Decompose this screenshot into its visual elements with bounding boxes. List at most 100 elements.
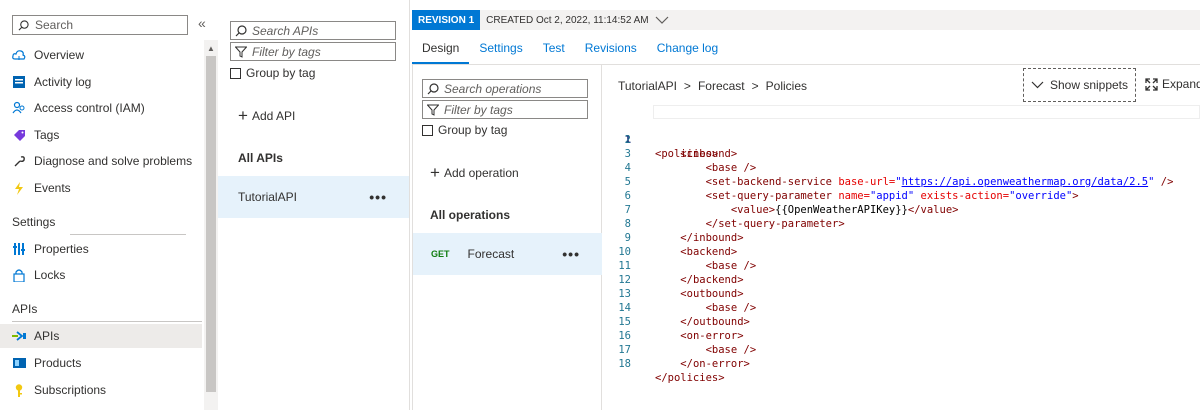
lock-icon <box>12 268 26 282</box>
section-divider <box>70 234 186 235</box>
line-number: 18 <box>618 358 631 370</box>
menu-item-label: APIs <box>34 329 60 343</box>
breadcrumb-separator: > <box>683 79 691 93</box>
plus-icon: + <box>430 163 440 182</box>
code-token: </on-error> <box>680 358 750 370</box>
activity-log-icon <box>12 75 26 89</box>
operation-name: Forecast <box>467 247 515 261</box>
breadcrumb: TutorialAPI > Forecast > Policies <box>618 79 807 93</box>
add-api-label: Add API <box>251 109 296 123</box>
current-line-highlight <box>653 105 1200 119</box>
menu-item-label: Diagnose and solve problems <box>34 154 193 168</box>
revision-created-text: CREATED Oct 2, 2022, 11:14:52 AM <box>486 14 649 26</box>
plus-icon: + <box>238 106 248 125</box>
menu-scrollbar[interactable]: ▲ <box>204 40 218 410</box>
menu-item-products[interactable]: Products <box>0 351 202 375</box>
add-api-button[interactable]: + Add API <box>238 106 296 125</box>
menu-item-access-control[interactable]: Access control (IAM) <box>0 96 202 120</box>
group-by-tag-checkbox[interactable]: Group by tag <box>422 123 507 137</box>
code-line: 10 <base /> <box>603 231 1200 272</box>
menu-item-properties[interactable]: Properties <box>0 237 202 261</box>
chevron-down-icon[interactable] <box>655 16 669 24</box>
revision-bar[interactable]: REVISION 1 CREATED Oct 2, 2022, 11:14:52… <box>412 10 1200 30</box>
group-by-tag-checkbox[interactable]: Group by tag <box>230 66 315 80</box>
api-icon <box>12 329 26 343</box>
scrollbar-thumb[interactable] <box>206 56 216 392</box>
operation-list-item[interactable]: GET Forecast ••• <box>413 233 602 275</box>
code-line: 1 <policies> <box>603 105 1200 160</box>
search-apis-placeholder: Search APIs <box>252 23 319 38</box>
menu-item-label: Subscriptions <box>34 383 107 397</box>
menu-item-subscriptions[interactable]: Subscriptions <box>0 378 202 402</box>
search-icon <box>427 82 439 94</box>
code-line: 4 <set-backend-service base-url="https:/… <box>603 147 1200 188</box>
checkbox-label: Group by tag <box>246 66 316 80</box>
menu-item-label: Products <box>34 356 82 370</box>
code-line: 16 <base /> <box>603 315 1200 356</box>
code-line: 12 <outbound> <box>603 259 1200 300</box>
api-list-item[interactable]: TutorialAPI ••• <box>218 176 409 218</box>
section-title-apis: APIs <box>12 302 38 316</box>
menu-item-label: Events <box>34 181 71 195</box>
code-line: 13 <base /> <box>603 273 1200 314</box>
revision-created[interactable]: CREATED Oct 2, 2022, 11:14:52 AM <box>486 15 669 26</box>
detail-tabs: Design Settings Test Revisions Change lo… <box>412 36 728 64</box>
search-operations-placeholder: Search operations <box>444 81 542 96</box>
breadcrumb-separator: > <box>751 79 759 93</box>
menu-item-label: Properties <box>34 242 89 256</box>
all-operations-heading: All operations <box>430 208 511 222</box>
more-options-icon[interactable]: ••• <box>562 246 580 262</box>
menu-item-locks[interactable]: Locks <box>0 263 202 287</box>
breadcrumb-api[interactable]: TutorialAPI <box>618 79 677 93</box>
more-options-icon[interactable]: ••• <box>369 189 387 205</box>
menu-search-placeholder: Search <box>35 18 74 32</box>
menu-search-input[interactable]: Search <box>12 15 188 35</box>
menu-item-activity-log[interactable]: Activity log <box>0 70 202 94</box>
tab-revisions[interactable]: Revisions <box>575 36 647 64</box>
section-title-settings: Settings <box>12 215 56 229</box>
menu-item-overview[interactable]: Overview <box>0 43 202 67</box>
add-operation-label: Add operation <box>443 166 519 180</box>
filter-operations-placeholder: Filter by tags <box>444 102 513 117</box>
breadcrumb-operation[interactable]: Forecast <box>698 79 745 93</box>
http-method-badge: GET <box>431 249 450 259</box>
key-icon <box>12 383 26 397</box>
tab-change-log[interactable]: Change log <box>647 36 728 64</box>
resource-menu: Search « Overview Activity log Access co… <box>0 0 218 410</box>
checkbox-box[interactable] <box>230 67 241 79</box>
wrench-icon <box>12 154 26 168</box>
menu-item-diagnose[interactable]: Diagnose and solve problems <box>0 149 202 173</box>
people-icon <box>12 101 26 115</box>
revision-badge: REVISION 1 <box>412 10 481 30</box>
filter-tags-input[interactable]: Filter by tags <box>230 42 396 61</box>
add-operation-button[interactable]: + Add operation <box>430 163 519 182</box>
api-list-panel: Search APIs Filter by tags Group by tag … <box>218 0 410 410</box>
menu-item-label: Activity log <box>34 75 92 89</box>
menu-item-events[interactable]: Events <box>0 176 202 200</box>
scroll-up-icon[interactable]: ▲ <box>207 44 215 53</box>
code-line: 11 </backend> <box>603 245 1200 286</box>
menu-item-apis[interactable]: APIs <box>0 324 202 348</box>
filter-icon <box>235 46 247 58</box>
search-icon <box>235 24 247 36</box>
tab-test[interactable]: Test <box>533 36 575 64</box>
expand-button[interactable]: Expand <box>1145 77 1200 91</box>
chevron-down-icon <box>1031 81 1044 89</box>
filter-operations-tags-input[interactable]: Filter by tags <box>422 100 588 119</box>
tab-design[interactable]: Design <box>412 36 470 64</box>
collapse-menu-button[interactable]: « <box>198 15 206 31</box>
breadcrumb-policies: Policies <box>765 79 807 93</box>
lightning-icon <box>12 181 26 195</box>
menu-item-tags[interactable]: Tags <box>0 123 202 147</box>
operations-panel: Search operations Filter by tags Group b… <box>412 65 602 410</box>
search-operations-input[interactable]: Search operations <box>422 79 588 98</box>
tab-settings[interactable]: Settings <box>469 36 532 64</box>
search-apis-input[interactable]: Search APIs <box>230 21 396 40</box>
show-snippets-label: Show snippets <box>1049 78 1129 92</box>
show-snippets-button[interactable]: Show snippets <box>1023 68 1136 102</box>
code-line: 15 <on-error> <box>603 301 1200 342</box>
menu-item-label: Access control (IAM) <box>34 101 145 115</box>
code-line: 6 <value>{{OpenWeatherAPIKey}}</value> <box>603 175 1200 216</box>
filter-icon <box>427 104 439 116</box>
checkbox-box[interactable] <box>422 124 433 136</box>
